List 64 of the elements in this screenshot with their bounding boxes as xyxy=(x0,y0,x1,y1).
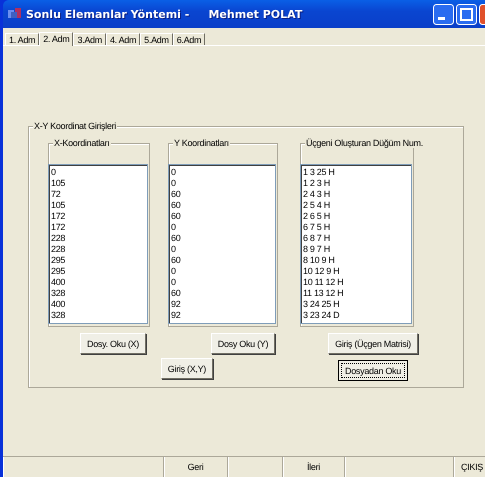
list-item[interactable]: 6 7 5 H xyxy=(303,222,409,233)
list-item[interactable]: 228 xyxy=(51,244,145,255)
list-item[interactable]: 92 xyxy=(171,310,273,321)
list-group-title: Y Koordinatları xyxy=(173,138,230,148)
list-item[interactable]: 328 xyxy=(51,288,145,299)
list-item[interactable]: 172 xyxy=(51,222,145,233)
list-item[interactable]: 172 xyxy=(51,211,145,222)
list-item[interactable]: 228 xyxy=(51,233,145,244)
list-item[interactable]: 0 xyxy=(51,167,145,178)
list-group-title: X-Koordinatları xyxy=(53,138,111,148)
forward-button[interactable]: İleri xyxy=(283,457,345,477)
list-item[interactable]: 0 xyxy=(171,244,273,255)
back-button[interactable]: Geri xyxy=(164,457,228,477)
list-item[interactable]: 2 6 5 H xyxy=(303,211,409,222)
list-item[interactable]: 0 xyxy=(171,277,273,288)
tab[interactable]: 2. Adm xyxy=(39,32,74,46)
list-item[interactable]: 92 xyxy=(171,299,273,310)
list-item[interactable]: 1 3 25 H xyxy=(303,167,409,178)
list-item[interactable]: 0 xyxy=(171,222,273,233)
list-item[interactable]: 60 xyxy=(171,288,273,299)
read-x-button[interactable]: Dosy. Oku (X) xyxy=(80,333,146,354)
list-item[interactable]: 295 xyxy=(51,255,145,266)
triangle-matrix-button[interactable]: Giriş (Üçgen Matrisi) xyxy=(328,333,418,354)
list-box[interactable]: 0 105 72 105 172 172 228 228 295 295 400 328 400 328 xyxy=(48,164,148,324)
tab[interactable]: 5.Adm xyxy=(140,33,173,45)
tab[interactable]: 6.Adm xyxy=(172,33,206,45)
list-item[interactable]: 328 xyxy=(51,310,145,321)
list-item[interactable]: 72 xyxy=(51,189,145,200)
list-item[interactable]: 0 xyxy=(171,266,273,277)
list-item[interactable]: 400 xyxy=(51,277,145,288)
list-item[interactable]: 60 xyxy=(171,233,273,244)
list-item[interactable]: 3 24 25 H xyxy=(303,299,409,310)
enter-xy-button[interactable]: Giriş (X,Y) xyxy=(160,358,213,379)
list-item[interactable]: 0 xyxy=(171,178,273,189)
list-item[interactable]: 1 2 3 H xyxy=(303,178,409,189)
list-item[interactable]: 10 12 9 H xyxy=(303,266,409,277)
list-box[interactable]: 0 0 60 60 60 0 60 0 60 0 0 60 92 92 xyxy=(168,164,276,324)
list-item[interactable]: 6 8 7 H xyxy=(303,233,409,244)
window-title: Sonlu Elemanlar Yöntemi - Mehmet POLAT xyxy=(26,8,304,20)
list-item[interactable]: 3 23 24 D xyxy=(303,310,409,321)
list-item[interactable]: 2 5 4 H xyxy=(303,200,409,211)
list-item[interactable]: 105 xyxy=(51,178,145,189)
list-item[interactable]: 8 9 7 H xyxy=(303,244,409,255)
list-item[interactable]: 60 xyxy=(171,211,273,222)
read-y-button[interactable]: Dosy Oku (Y) xyxy=(210,333,276,354)
list-item[interactable]: 60 xyxy=(171,200,273,211)
list-item[interactable]: 11 13 12 H xyxy=(303,288,409,299)
tab[interactable]: 4. Adm xyxy=(106,33,140,45)
tab[interactable]: 3.Adm xyxy=(73,33,106,45)
list-item[interactable]: 2 4 3 H xyxy=(303,189,409,200)
list-item[interactable]: 0 xyxy=(171,167,273,178)
list-item[interactable]: 295 xyxy=(51,266,145,277)
list-item[interactable]: 400 xyxy=(51,299,145,310)
list-item[interactable]: 60 xyxy=(171,255,273,266)
list-item[interactable]: 60 xyxy=(171,189,273,200)
list-item[interactable]: 8 10 9 H xyxy=(303,255,409,266)
list-item[interactable]: 10 11 12 H xyxy=(303,277,409,288)
read-file-button[interactable]: Dosyadan Oku xyxy=(338,360,408,381)
list-box[interactable]: 1 3 25 H 1 2 3 H 2 4 3 H 2 5 4 H 2 6 5 H 6 7 5 H 6 8 7 H 8 9 7 H 8 10 9 H 10 12 9 H 10 11 12 H 11 13 12 H 3 24 25 H 3 23 24 D xyxy=(300,164,412,324)
list-group-title: Üçgeni Oluşturan Düğüm Num. xyxy=(305,138,424,148)
exit-button[interactable]: ÇIKIŞ xyxy=(454,457,485,477)
list-item[interactable]: 105 xyxy=(51,200,145,211)
tab[interactable]: 1. Adm xyxy=(5,33,40,45)
group-title: X-Y Koordinat Girişleri xyxy=(33,121,117,131)
